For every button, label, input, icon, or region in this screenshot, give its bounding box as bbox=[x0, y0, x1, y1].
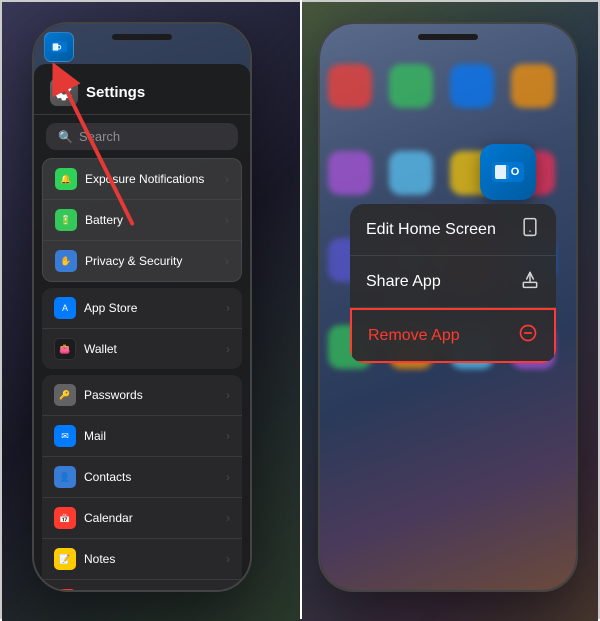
mail-label: Mail bbox=[84, 429, 226, 443]
battery-label: Battery bbox=[85, 213, 225, 227]
panel-divider bbox=[300, 0, 302, 619]
passwords-chevron: › bbox=[226, 388, 230, 402]
context-row-share[interactable]: Share App bbox=[350, 256, 556, 308]
contacts-icon: 👤 bbox=[54, 466, 76, 488]
right-panel: O Edit Home Screen bbox=[300, 2, 598, 621]
context-menu: Edit Home Screen Share App bbox=[350, 204, 556, 363]
settings-row-battery[interactable]: 🔋 Battery › bbox=[43, 200, 241, 241]
mail-chevron: › bbox=[226, 429, 230, 443]
settings-row-contacts[interactable]: 👤 Contacts › bbox=[42, 457, 242, 498]
settings-row-wallet[interactable]: 👛 Wallet › bbox=[42, 329, 242, 369]
remove-app-inner[interactable]: Remove App bbox=[352, 310, 554, 361]
settings-app-icon bbox=[50, 78, 78, 106]
appstore-chevron: › bbox=[226, 301, 230, 315]
settings-panel: Settings 🔍 Search 🔔 Exposure Notificatio… bbox=[34, 64, 250, 590]
settings-row-passwords[interactable]: 🔑 Passwords › bbox=[42, 375, 242, 416]
bg-icon-2 bbox=[389, 64, 433, 108]
contacts-label: Contacts bbox=[84, 470, 226, 484]
phone-notch-left bbox=[112, 34, 172, 40]
settings-search[interactable]: 🔍 Search bbox=[46, 123, 238, 150]
exposure-chevron: › bbox=[225, 172, 229, 186]
mail-icon: ✉ bbox=[54, 425, 76, 447]
passwords-icon: 🔑 bbox=[54, 384, 76, 406]
left-panel: O Settings 🔍 Search bbox=[2, 2, 300, 621]
settings-row-reminders[interactable]: ☑ Reminders › bbox=[42, 580, 242, 590]
notes-label: Notes bbox=[84, 552, 226, 566]
exposure-icon: 🔔 bbox=[55, 168, 77, 190]
context-row-edit-home[interactable]: Edit Home Screen bbox=[350, 204, 556, 256]
share-app-label: Share App bbox=[366, 273, 441, 291]
battery-chevron: › bbox=[225, 213, 229, 227]
exposure-label: Exposure Notifications bbox=[85, 172, 225, 186]
remove-icon bbox=[518, 323, 538, 348]
edit-home-icon bbox=[520, 217, 540, 242]
top-outlook-icon: O bbox=[44, 32, 78, 66]
privacy-label: Privacy & Security bbox=[85, 254, 225, 268]
ms-icon-small: O bbox=[44, 32, 74, 62]
bg-icon-5 bbox=[328, 151, 372, 195]
search-placeholder: Search bbox=[79, 129, 120, 144]
svg-text:O: O bbox=[511, 166, 520, 178]
phone-notch-right bbox=[418, 34, 478, 40]
bg-icon-4 bbox=[511, 64, 555, 108]
share-icon bbox=[520, 269, 540, 294]
settings-row-calendar[interactable]: 📅 Calendar › bbox=[42, 498, 242, 539]
phone-left-inner: O Settings 🔍 Search bbox=[34, 24, 250, 590]
passwords-label: Passwords bbox=[84, 388, 226, 402]
appstore-icon: A bbox=[54, 297, 76, 319]
edit-home-label: Edit Home Screen bbox=[366, 221, 496, 239]
notes-icon: 📝 bbox=[54, 548, 76, 570]
contacts-chevron: › bbox=[226, 470, 230, 484]
calendar-chevron: › bbox=[226, 511, 230, 525]
settings-group-apps1: A App Store › 👛 Wallet › bbox=[42, 288, 242, 369]
settings-row-privacy[interactable]: ✋ Privacy & Security › bbox=[43, 241, 241, 281]
svg-text:O: O bbox=[57, 45, 62, 52]
wallet-label: Wallet bbox=[84, 342, 226, 356]
appstore-label: App Store bbox=[84, 301, 226, 315]
calendar-label: Calendar bbox=[84, 511, 226, 525]
phone-left: O Settings 🔍 Search bbox=[32, 22, 252, 592]
battery-icon: 🔋 bbox=[55, 209, 77, 231]
settings-row-mail[interactable]: ✉ Mail › bbox=[42, 416, 242, 457]
context-row-remove[interactable]: Remove App bbox=[350, 308, 556, 363]
phone-right: O Edit Home Screen bbox=[318, 22, 578, 592]
wallet-icon: 👛 bbox=[54, 338, 76, 360]
settings-title: Settings bbox=[86, 84, 145, 101]
bg-icon-6 bbox=[389, 151, 433, 195]
bg-icon-3 bbox=[450, 64, 494, 108]
phone-right-inner: O Edit Home Screen bbox=[320, 24, 576, 590]
calendar-icon: 📅 bbox=[54, 507, 76, 529]
settings-row-appstore[interactable]: A App Store › bbox=[42, 288, 242, 329]
bg-icon-1 bbox=[328, 64, 372, 108]
outlook-app-icon[interactable]: O bbox=[480, 144, 536, 200]
settings-group-top: 🔔 Exposure Notifications › 🔋 Battery › bbox=[42, 158, 242, 282]
remove-app-label: Remove App bbox=[368, 327, 460, 345]
wallet-chevron: › bbox=[226, 342, 230, 356]
reminders-icon: ☑ bbox=[54, 589, 76, 590]
settings-row-exposure[interactable]: 🔔 Exposure Notifications › bbox=[43, 159, 241, 200]
notes-chevron: › bbox=[226, 552, 230, 566]
settings-group-apps2: 🔑 Passwords › ✉ Mail › bbox=[42, 375, 242, 590]
privacy-icon: ✋ bbox=[55, 250, 77, 272]
settings-header: Settings bbox=[34, 64, 250, 115]
settings-row-notes[interactable]: 📝 Notes › bbox=[42, 539, 242, 580]
privacy-chevron: › bbox=[225, 254, 229, 268]
